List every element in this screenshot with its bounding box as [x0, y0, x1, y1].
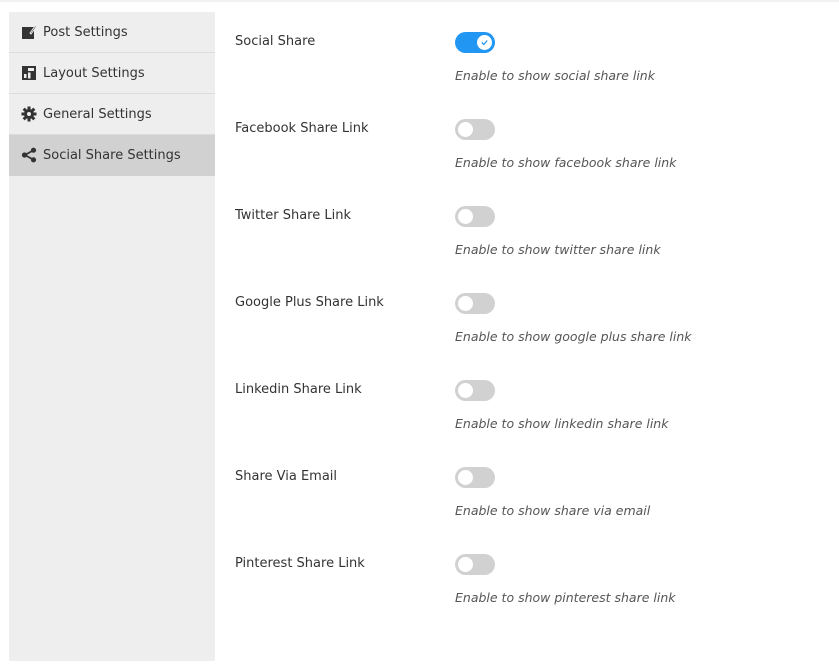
social-share-settings-panel: Social Share Enable to show social share… — [235, 22, 825, 631]
share-icon — [20, 147, 37, 164]
top-divider — [0, 0, 839, 2]
setting-label: Share Via Email — [235, 469, 338, 484]
sidebar-item-general-settings[interactable]: General Settings — [9, 94, 215, 135]
toggle-knob — [458, 296, 473, 311]
edit-icon — [20, 24, 37, 41]
setting-description: Enable to show pinterest share link — [455, 590, 676, 605]
setting-row-twitter: Twitter Share Link Enable to show twitte… — [235, 196, 825, 283]
toggle-knob — [458, 557, 473, 572]
toggle-knob — [458, 470, 473, 485]
linkedin-share-toggle[interactable] — [455, 380, 495, 401]
setting-row-linkedin: Linkedin Share Link Enable to show linke… — [235, 370, 825, 457]
setting-row-pinterest: Pinterest Share Link Enable to show pint… — [235, 544, 825, 631]
setting-description: Enable to show twitter share link — [455, 242, 661, 257]
google-plus-share-toggle[interactable] — [455, 293, 495, 314]
setting-label: Facebook Share Link — [235, 121, 369, 136]
setting-label: Social Share — [235, 34, 316, 49]
sidebar-item-label: Layout Settings — [43, 65, 145, 81]
sidebar-item-label: General Settings — [43, 106, 152, 122]
twitter-share-toggle[interactable] — [455, 206, 495, 227]
setting-label: Pinterest Share Link — [235, 556, 365, 571]
toggle-knob — [458, 209, 473, 224]
setting-row-facebook: Facebook Share Link Enable to show faceb… — [235, 109, 825, 196]
setting-row-social-share: Social Share Enable to show social share… — [235, 22, 825, 109]
toggle-knob — [458, 122, 473, 137]
sidebar-item-post-settings[interactable]: Post Settings — [9, 12, 215, 53]
setting-description: Enable to show linkedin share link — [455, 416, 669, 431]
setting-label: Google Plus Share Link — [235, 295, 384, 310]
social-share-toggle[interactable] — [455, 32, 495, 53]
toggle-knob — [477, 35, 492, 50]
setting-row-google-plus: Google Plus Share Link Enable to show go… — [235, 283, 825, 370]
layout-icon — [20, 65, 37, 82]
check-icon — [481, 40, 488, 46]
gear-icon — [20, 106, 37, 123]
setting-row-email: Share Via Email Enable to show share via… — [235, 457, 825, 544]
settings-sidebar: Post Settings Layout Settings General Se… — [9, 12, 215, 661]
setting-description: Enable to show share via email — [455, 503, 651, 518]
setting-label: Linkedin Share Link — [235, 382, 362, 397]
setting-description: Enable to show google plus share link — [455, 329, 692, 344]
sidebar-item-label: Post Settings — [43, 24, 128, 40]
share-via-email-toggle[interactable] — [455, 467, 495, 488]
pinterest-share-toggle[interactable] — [455, 554, 495, 575]
toggle-knob — [458, 383, 473, 398]
setting-description: Enable to show facebook share link — [455, 155, 677, 170]
sidebar-item-label: Social Share Settings — [43, 147, 181, 163]
sidebar-item-social-share-settings[interactable]: Social Share Settings — [9, 135, 215, 176]
setting-label: Twitter Share Link — [235, 208, 351, 223]
facebook-share-toggle[interactable] — [455, 119, 495, 140]
sidebar-item-layout-settings[interactable]: Layout Settings — [9, 53, 215, 94]
setting-description: Enable to show social share link — [455, 68, 655, 83]
